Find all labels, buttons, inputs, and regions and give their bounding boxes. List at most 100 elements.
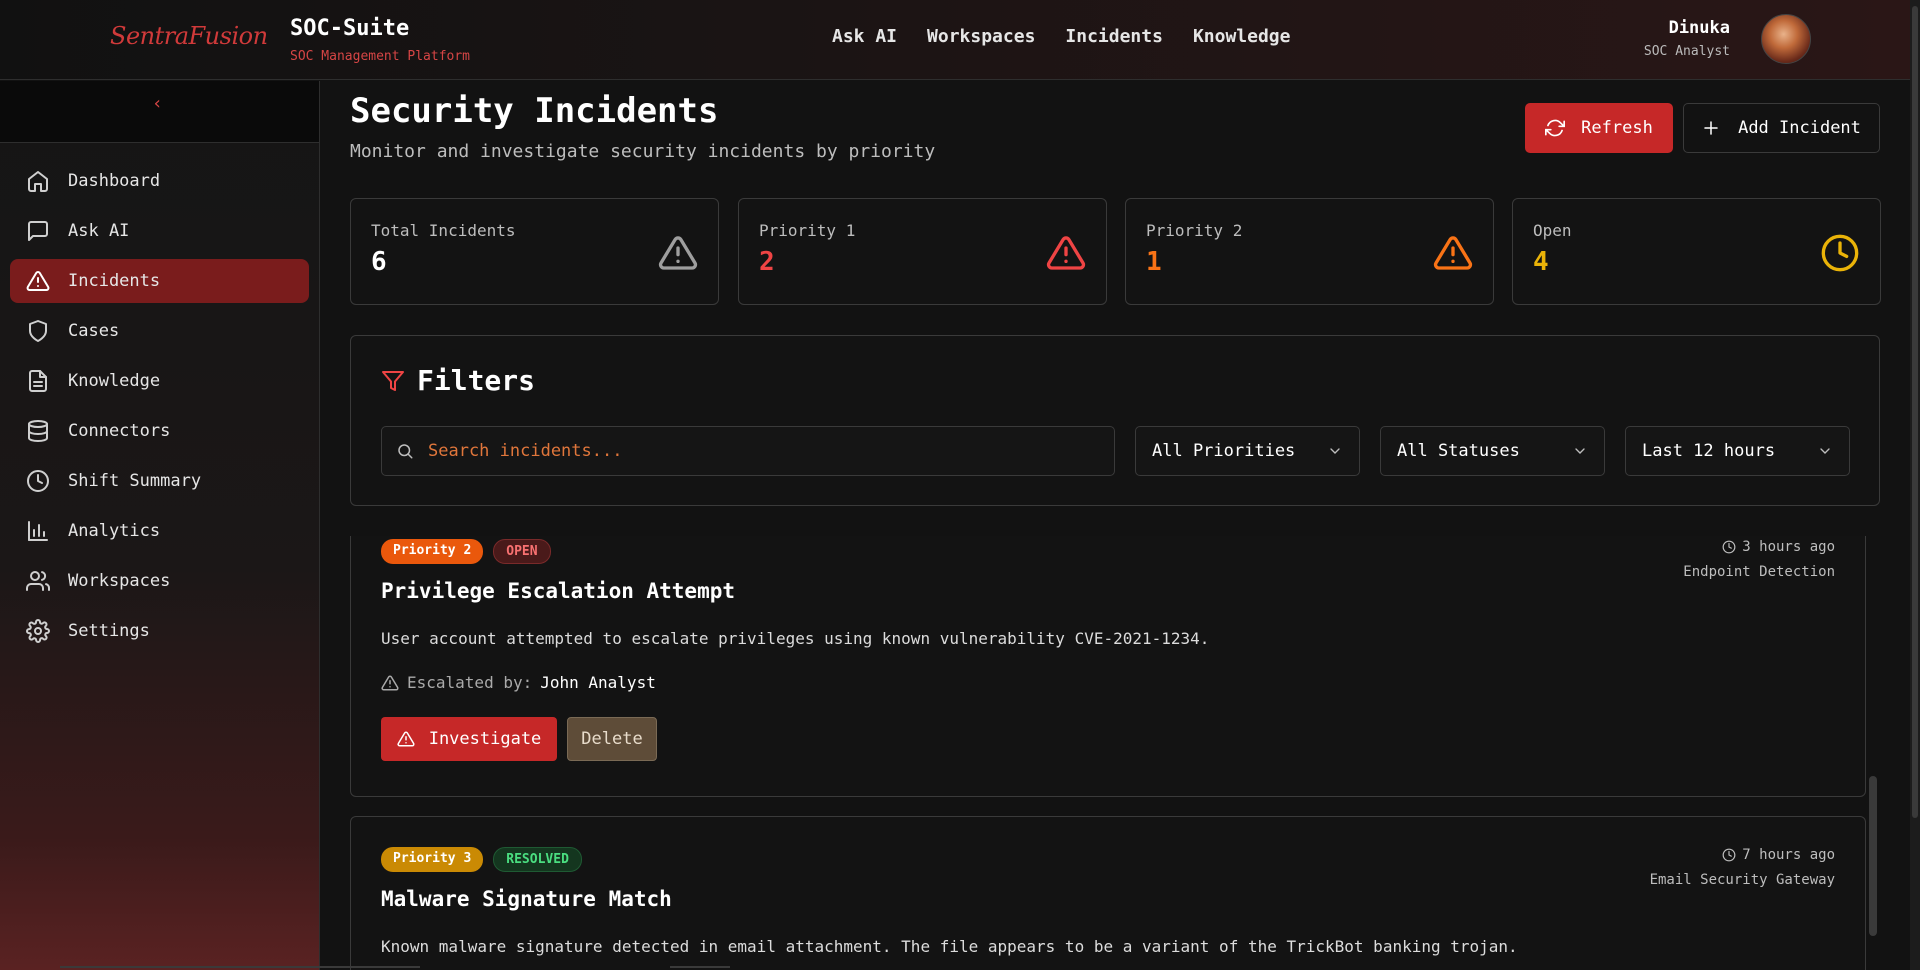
filter-icon [381,369,405,393]
sidebar-item-label: Shift Summary [68,471,202,491]
sidebar-item-knowledge[interactable]: Knowledge [10,359,309,403]
priority-badge: Priority 3 [381,847,484,872]
sidebar-item-connectors[interactable]: Connectors [10,409,309,453]
refresh-icon [1545,118,1566,138]
incident-time-text: 7 hours ago [1742,847,1835,863]
page-title: Security Incidents [350,91,719,131]
sidebar-item-dashboard[interactable]: Dashboard [10,159,309,203]
incident-source: Email Security Gateway [1649,872,1835,888]
app-title: SOC-Suite [290,16,410,41]
refresh-button[interactable]: Refresh [1525,103,1673,153]
stat-card-priority-1: Priority 1 2 [738,198,1107,305]
clock-icon [1722,848,1736,862]
refresh-label: Refresh [1581,118,1653,138]
escalated-name: John Analyst [540,673,656,692]
incident-badges: Priority 3 RESOLVED [381,847,582,872]
collapse-chevron-icon[interactable]: ‹ [152,93,163,114]
search-box[interactable] [381,426,1115,476]
horizontal-scrollbar[interactable] [60,966,420,968]
home-icon [26,169,50,193]
time-range-select-value: Last 12 hours [1642,441,1776,461]
alert-triangle-icon [381,674,399,692]
shield-icon [26,319,50,343]
topnav-ask-ai[interactable]: Ask AI [832,26,897,47]
brand-logo[interactable]: SentraFusion [110,22,268,50]
sidebar-item-cases[interactable]: Cases [10,309,309,353]
incident-description: Known malware signature detected in emai… [381,937,1518,956]
filters-title: Filters [417,364,536,397]
chevron-down-icon [1327,443,1343,459]
alert-triangle-icon [397,730,415,748]
topnav-incidents[interactable]: Incidents [1065,26,1163,47]
page-scrollbar[interactable] [1910,0,1920,970]
list-scrollbar-thumb[interactable] [1869,776,1877,936]
incident-time: 3 hours ago [1722,539,1835,555]
sidebar-item-incidents[interactable]: Incidents [10,259,309,303]
escalated-label: Escalated by: [407,673,533,692]
sidebar-item-settings[interactable]: Settings [10,609,309,653]
incident-description: User account attempted to escalate privi… [381,629,1210,648]
sidebar-item-label: Incidents [68,271,161,291]
priority-select[interactable]: All Priorities [1135,426,1360,476]
top-nav: Ask AI Workspaces Incidents Knowledge [832,26,1291,47]
alert-triangle-icon [1433,233,1473,273]
sidebar-item-label: Workspaces [68,571,171,591]
document-icon [26,369,50,393]
stat-card-total: Total Incidents 6 [350,198,719,305]
time-range-select[interactable]: Last 12 hours [1625,426,1850,476]
alert-triangle-icon [26,269,50,293]
clock-icon [1820,233,1860,273]
stat-label: Open [1533,221,1572,240]
sidebar-item-ask-ai[interactable]: Ask AI [10,209,309,253]
add-incident-button[interactable]: Add Incident [1683,103,1880,153]
stat-value: 4 [1533,247,1549,277]
incident-title[interactable]: Malware Signature Match [381,887,672,911]
stat-label: Total Incidents [371,221,516,240]
search-input[interactable] [428,441,1078,461]
incident-list[interactable]: Priority 2 OPEN 3 hours ago Endpoint Det… [350,536,1880,970]
chevron-down-icon [1817,443,1833,459]
message-icon [26,219,50,243]
status-select[interactable]: All Statuses [1380,426,1605,476]
incident-card: Priority 3 RESOLVED 7 hours ago Email Se… [350,816,1866,970]
app-subtitle: SOC Management Platform [290,49,471,64]
investigate-button[interactable]: Investigate [381,717,557,761]
sidebar-item-label: Knowledge [68,371,161,391]
gear-icon [26,619,50,643]
user-role: SOC Analyst [1643,44,1730,59]
sidebar-item-workspaces[interactable]: Workspaces [10,559,309,603]
sidebar-item-label: Analytics [68,521,161,541]
status-select-value: All Statuses [1397,441,1520,461]
user-name[interactable]: Dinuka [1669,18,1730,38]
priority-select-value: All Priorities [1152,441,1296,461]
incident-title[interactable]: Privilege Escalation Attempt [381,579,735,603]
sidebar-item-shift-summary[interactable]: Shift Summary [10,459,309,503]
sidebar-item-label: Settings [68,621,150,641]
investigate-label: Investigate [428,729,542,749]
topnav-knowledge[interactable]: Knowledge [1193,26,1291,47]
page-scrollbar-thumb[interactable] [1912,6,1918,818]
sidebar-nav: Dashboard Ask AI Incidents Cases Knowled… [0,143,319,653]
stat-value: 6 [371,247,387,277]
filters-panel: Filters All Priorities All Statuses Last… [350,335,1880,506]
stat-value: 2 [759,247,775,277]
topnav-workspaces[interactable]: Workspaces [927,26,1035,47]
delete-button[interactable]: Delete [567,717,657,761]
page-subtitle: Monitor and investigate security inciden… [350,141,936,162]
filters-heading: Filters [381,364,535,397]
horizontal-scrollbar-thumb[interactable] [670,966,730,968]
sidebar-item-analytics[interactable]: Analytics [10,509,309,553]
incident-time: 7 hours ago [1722,847,1835,863]
clock-icon [26,469,50,493]
chevron-down-icon [1572,443,1588,459]
sidebar-collapse-bar: ‹ [0,81,319,143]
bar-chart-icon [26,519,50,543]
top-header: SentraFusion SOC-Suite SOC Management Pl… [0,0,1910,80]
plus-icon [1702,119,1720,137]
sidebar-item-label: Dashboard [68,171,161,191]
alert-triangle-icon [658,233,698,273]
avatar[interactable] [1761,14,1811,64]
sidebar: ‹ Dashboard Ask AI Incidents Cases Knowl… [0,81,320,970]
alert-triangle-icon [1046,233,1086,273]
incident-card: Priority 2 OPEN 3 hours ago Endpoint Det… [350,536,1866,797]
